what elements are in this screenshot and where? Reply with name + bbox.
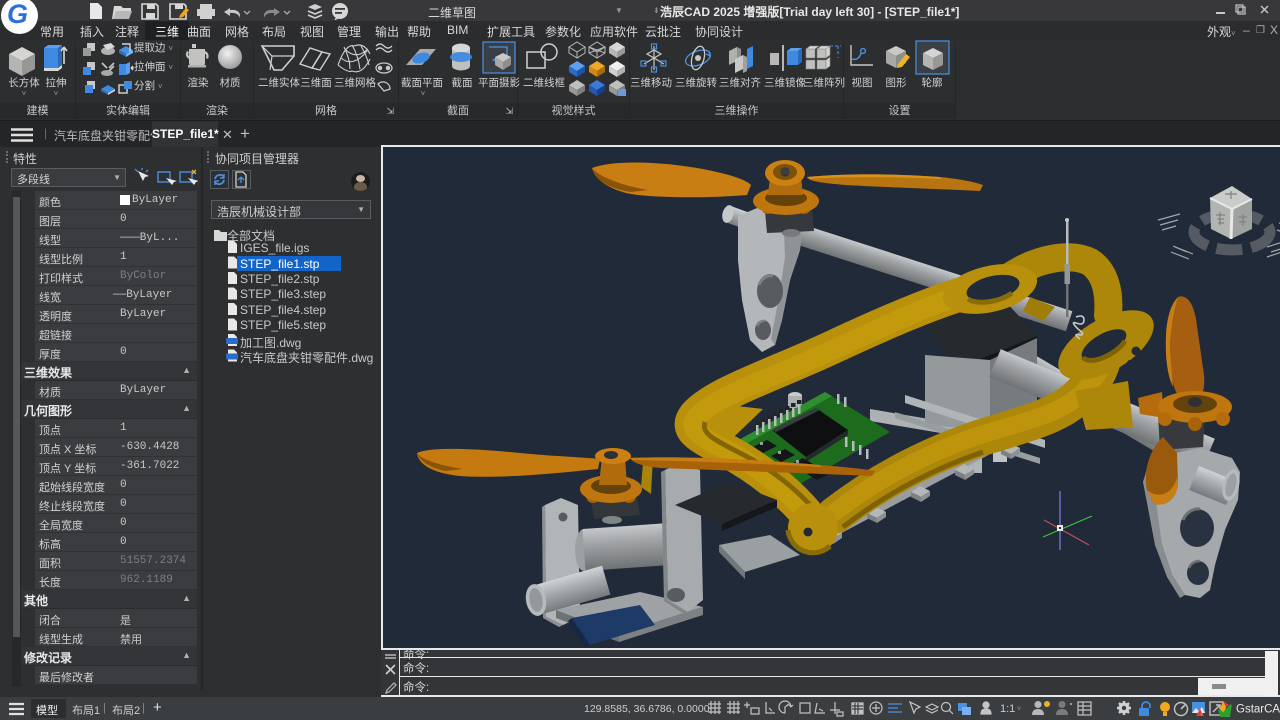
svg-text:˅: ˅: [1017, 706, 1021, 713]
svg-text:GstarCAD: GstarCAD: [1236, 704, 1280, 716]
svg-text:1:1: 1:1: [1000, 703, 1015, 715]
